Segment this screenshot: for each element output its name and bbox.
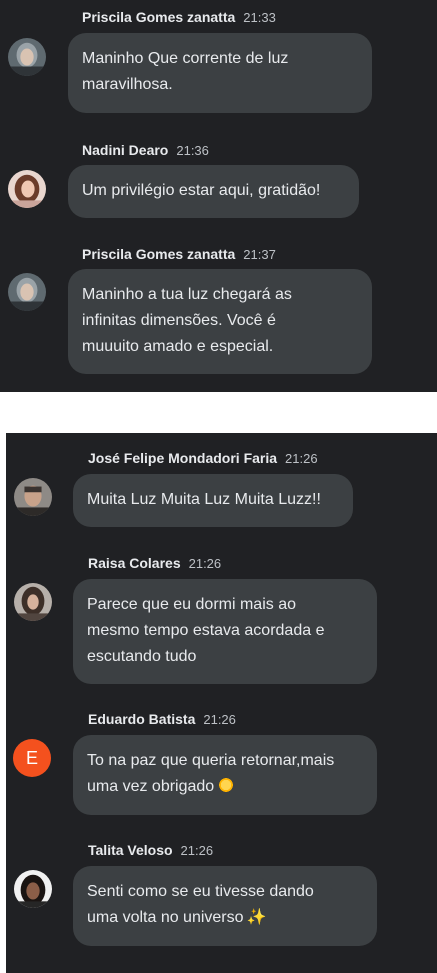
sun-emoji-icon (218, 777, 235, 793)
message-bubble: Parece que eu dormi mais ao mesmo tempo … (73, 579, 377, 684)
author-name[interactable]: Raisa Colares (88, 555, 181, 571)
message-line: Muita Luz Muita Luz Muita Luzz!! (87, 491, 321, 508)
message-time: 21:33 (243, 10, 276, 25)
message-bubble: Maninho Que corrente de luz maravilhosa. (68, 33, 372, 113)
message-line: uma volta no universo ✨ (87, 905, 363, 931)
chat-panel-top: Priscila Gomes zanatta 21:33 Maninho Que … (0, 0, 437, 392)
message-time: 21:37 (243, 247, 276, 262)
message-bubble: To na paz que queria retornar,mais uma v… (73, 735, 377, 815)
message-header: Talita Veloso 21:26 (88, 842, 213, 858)
message-header: Priscila Gomes zanatta 21:33 (82, 9, 276, 25)
message-bubble: Maninho a tua luz chegará as infinitas d… (68, 269, 372, 374)
message-time: 21:26 (203, 712, 236, 727)
author-name[interactable]: Priscila Gomes zanatta (82, 246, 235, 262)
avatar[interactable] (14, 870, 52, 908)
author-name[interactable]: Nadini Dearo (82, 142, 168, 158)
message-time: 21:26 (285, 451, 318, 466)
avatar[interactable] (14, 583, 52, 621)
message-line: uma vez obrigado (87, 774, 363, 800)
author-name[interactable]: José Felipe Mondadori Faria (88, 450, 277, 466)
message-line: maravilhosa. (82, 76, 173, 93)
message-line: Parece que eu dormi mais ao (87, 596, 296, 613)
message-time: 21:36 (176, 143, 209, 158)
message-line-text: uma vez obrigado (87, 778, 215, 795)
message-line: muuuito amado e especial. (82, 338, 274, 355)
message-line: Maninho Que corrente de luz (82, 50, 289, 67)
message-line: To na paz que queria retornar,mais (87, 752, 335, 769)
message-header: Eduardo Batista 21:26 (88, 711, 236, 727)
author-name[interactable]: Eduardo Batista (88, 711, 195, 727)
message-line: Senti como se eu tivesse dando (87, 883, 314, 900)
message-line-text: uma volta no universo (87, 909, 244, 926)
chat-panel-bottom: José Felipe Mondadori Faria 21:26 Muita L… (6, 433, 437, 973)
author-name[interactable]: Priscila Gomes zanatta (82, 9, 235, 25)
avatar[interactable] (14, 478, 52, 516)
author-name[interactable]: Talita Veloso (88, 842, 173, 858)
message-bubble: Muita Luz Muita Luz Muita Luzz!! (73, 474, 353, 527)
message-header: José Felipe Mondadori Faria 21:26 (88, 450, 318, 466)
message-line: Maninho a tua luz chegará as (82, 286, 292, 303)
message-header: Nadini Dearo 21:36 (82, 142, 209, 158)
message-bubble: Senti como se eu tivesse dando uma volta… (73, 866, 377, 946)
sparkles-emoji-icon: ✨ (246, 909, 267, 926)
message-time: 21:26 (180, 843, 214, 858)
avatar[interactable] (8, 170, 46, 208)
message-header: Raisa Colares 21:26 (88, 555, 221, 571)
message-line: escutando tudo (87, 648, 197, 665)
message-time: 21:26 (188, 556, 222, 571)
message-line: infinitas dimensões. Você é (82, 312, 276, 329)
message-line: mesmo tempo estava acordada e (87, 622, 325, 639)
avatar[interactable]: E (13, 739, 51, 777)
message-line: Um privilégio estar aqui, gratidão! (82, 182, 321, 199)
avatar[interactable] (8, 273, 46, 311)
message-bubble: Um privilégio estar aqui, gratidão! (68, 165, 359, 218)
message-header: Priscila Gomes zanatta 21:37 (82, 246, 276, 262)
avatar[interactable] (8, 38, 46, 76)
